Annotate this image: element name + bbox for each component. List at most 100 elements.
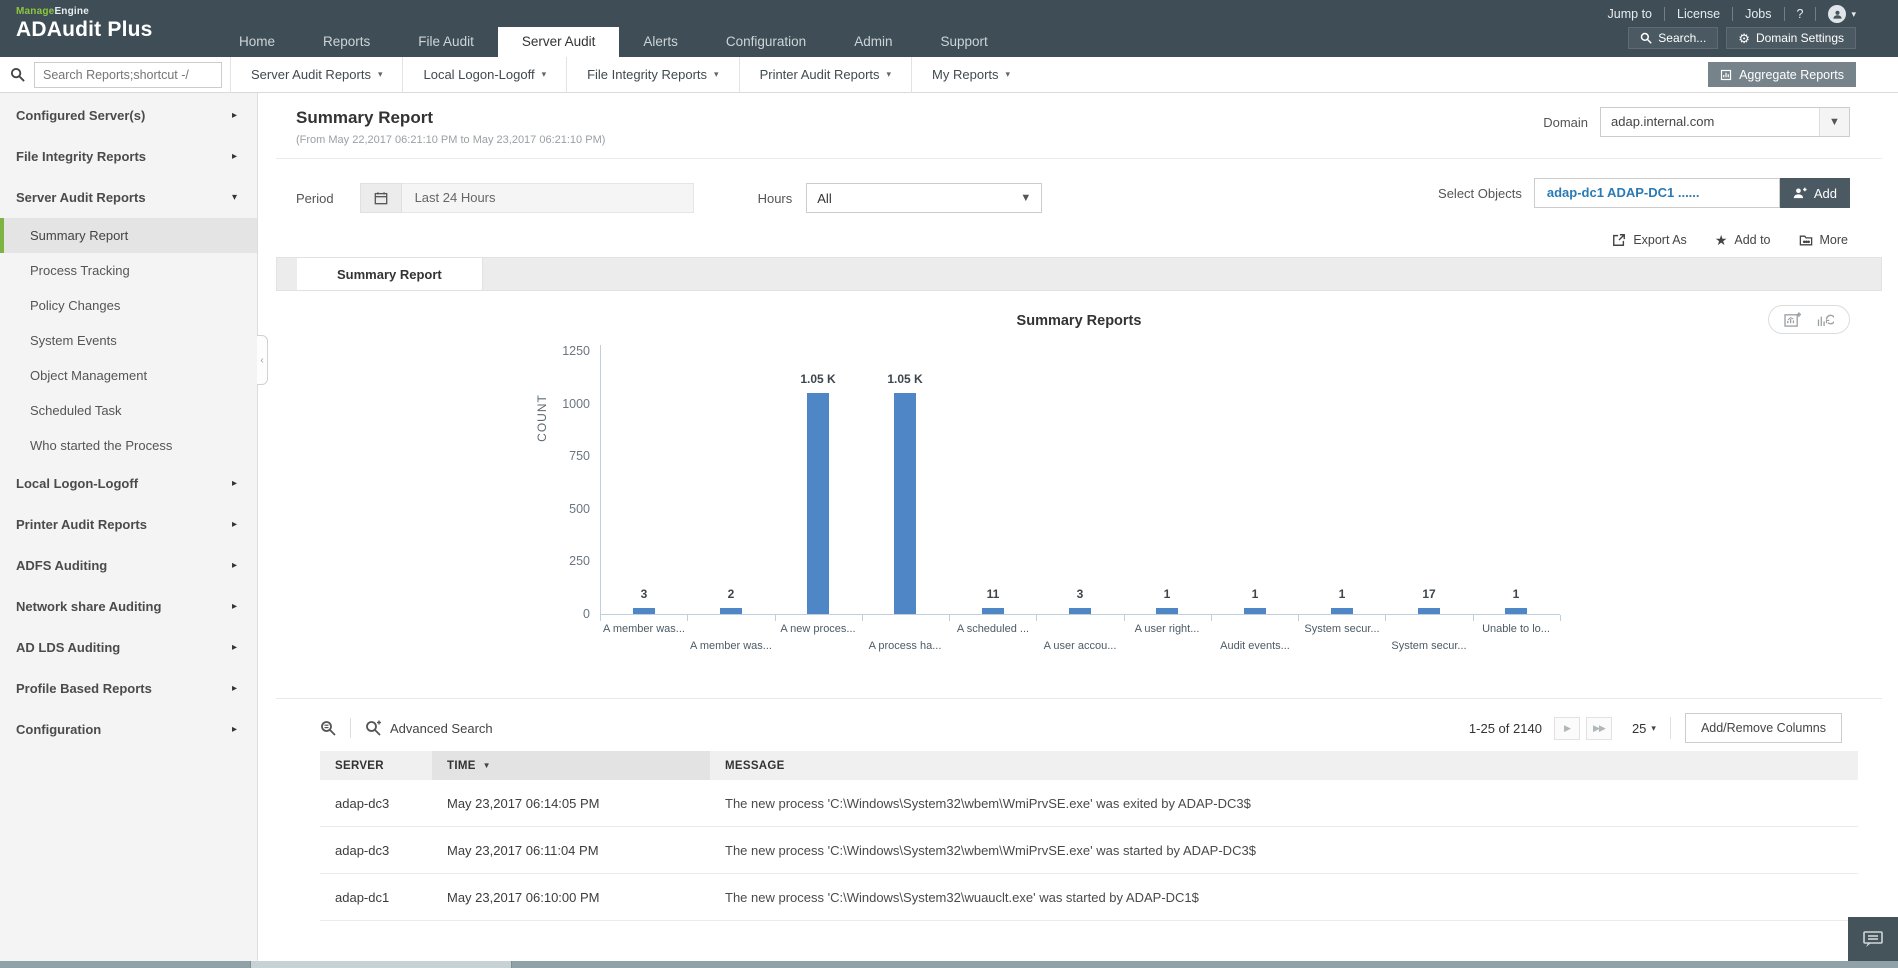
bar-2[interactable] (807, 393, 829, 614)
primary-nav-tab[interactable]: Reports (299, 27, 394, 57)
bar-7[interactable] (1244, 608, 1266, 614)
bar-value-label: 2 (686, 587, 776, 601)
add-to-button[interactable]: ★ Add to (1715, 233, 1771, 247)
sidebar-group[interactable]: Profile Based Reports▸ (0, 668, 257, 709)
bar-value-label: 1 (1122, 587, 1212, 601)
column-header-server[interactable]: SERVER (320, 751, 432, 780)
bar-5[interactable] (1069, 608, 1091, 614)
pagination: 1-25 of 2140 ▶ ▶▶ 25 ▾ Add/Remove Column… (1469, 713, 1842, 743)
table-search-bar: Advanced Search 1-25 of 2140 ▶ ▶▶ 25 ▾ A… (276, 705, 1882, 751)
select-objects: Select Objects adap-dc1 ADAP-DC1 ...... … (1438, 178, 1850, 208)
primary-nav-tab[interactable]: Home (215, 27, 299, 57)
bar-8[interactable] (1331, 608, 1353, 614)
sidebar-item[interactable]: System Events (0, 323, 257, 358)
more-button[interactable]: More (1799, 233, 1848, 247)
sidebar-group[interactable]: Local Logon-Logoff▸ (0, 463, 257, 504)
sidebar-group[interactable]: Printer Audit Reports▸ (0, 504, 257, 545)
header-quick-link[interactable]: License (1665, 7, 1733, 21)
add-remove-columns-button[interactable]: Add/Remove Columns (1685, 713, 1842, 743)
page-size-dropdown[interactable]: 25 ▾ (1632, 721, 1656, 736)
sidebar-item[interactable]: Object Management (0, 358, 257, 393)
advanced-search-label[interactable]: Advanced Search (390, 721, 493, 736)
bar-value-label: 1 (1471, 587, 1561, 601)
chevron-icon: ▸ (232, 601, 237, 612)
horizontal-scrollbar-thumb[interactable] (250, 961, 512, 968)
primary-nav-tab[interactable]: Server Audit (498, 27, 620, 57)
primary-nav-tab[interactable]: Alerts (619, 27, 702, 57)
table-row[interactable]: adap-dc3May 23,2017 06:14:05 PMThe new p… (320, 780, 1858, 827)
chevron-down-icon: ▼ (1020, 192, 1031, 204)
column-header-time[interactable]: TIME ▼ (432, 751, 710, 780)
period-picker[interactable]: Last 24 Hours (360, 183, 694, 213)
feedback-chat-button[interactable] (1848, 917, 1898, 961)
report-search-input[interactable] (34, 62, 222, 88)
export-as-button[interactable]: Export As (1612, 233, 1687, 247)
sidebar-item[interactable]: Policy Changes (0, 288, 257, 323)
chevron-icon: ▸ (232, 724, 237, 735)
aggregate-reports-button[interactable]: Aggregate Reports (1708, 62, 1856, 87)
search-icon (0, 67, 34, 82)
x-tick-mark (1298, 615, 1299, 621)
add-objects-button[interactable]: Add (1780, 178, 1850, 208)
sidebar-collapse-handle[interactable]: ‹ (257, 335, 268, 385)
bar-value-label: 3 (1035, 587, 1125, 601)
tab-summary-report[interactable]: Summary Report (297, 258, 483, 290)
table-body: adap-dc3May 23,2017 06:14:05 PMThe new p… (320, 780, 1858, 921)
x-category-label: A process ha... (840, 640, 970, 652)
horizontal-scrollbar[interactable] (0, 961, 1898, 968)
domain-settings-button[interactable]: ⚙ Domain Settings (1726, 27, 1856, 49)
report-menu-item[interactable]: Printer Audit Reports▾ (739, 57, 911, 93)
sidebar-item[interactable]: Process Tracking (0, 253, 257, 288)
bar-value-label: 1.05 K (773, 372, 863, 386)
report-menu-item[interactable]: Server Audit Reports▾ (230, 57, 402, 93)
hours-value: All (817, 191, 831, 206)
sidebar-group[interactable]: Network share Auditing▸ (0, 586, 257, 627)
report-menu-item[interactable]: My Reports▾ (911, 57, 1030, 93)
bar-10[interactable] (1505, 608, 1527, 614)
zoom-search-icon[interactable] (320, 720, 336, 736)
global-search-button[interactable]: Search... (1628, 27, 1718, 49)
report-menu-item[interactable]: File Integrity Reports▾ (566, 57, 738, 93)
sidebar-item[interactable]: Scheduled Task (0, 393, 257, 428)
user-menu[interactable]: ▾ (1816, 5, 1856, 23)
report-menu-item[interactable]: Local Logon-Logoff▾ (402, 57, 566, 93)
header-quick-link[interactable]: ? (1785, 7, 1817, 21)
sidebar-item[interactable]: Summary Report (0, 218, 257, 253)
header-quick-link[interactable]: Jump to (1596, 7, 1665, 21)
sidebar-group[interactable]: Server Audit Reports▾ (0, 177, 257, 218)
y-tick-label: 1250 (530, 344, 590, 358)
bar-0[interactable] (633, 608, 655, 614)
bar-9[interactable] (1418, 608, 1440, 614)
domain-dropdown[interactable]: adap.internal.com ▼ (1600, 107, 1850, 137)
bar-6[interactable] (1156, 608, 1178, 614)
table-row[interactable]: adap-dc3May 23,2017 06:11:04 PMThe new p… (320, 827, 1858, 874)
hours-dropdown[interactable]: All ▼ (806, 183, 1042, 213)
sidebar-group[interactable]: File Integrity Reports▸ (0, 136, 257, 177)
primary-nav-tab[interactable]: Support (916, 27, 1011, 57)
brand-logo: ManageEngine ADAudit Plus (16, 6, 153, 42)
bar-1[interactable] (720, 608, 742, 614)
sort-desc-icon: ▼ (483, 761, 491, 770)
sidebar-group[interactable]: ADFS Auditing▸ (0, 545, 257, 586)
column-header-message[interactable]: MESSAGE (710, 751, 1858, 780)
primary-nav-tab[interactable]: Admin (830, 27, 916, 57)
header-quick-link[interactable]: Jobs (1733, 7, 1784, 21)
advanced-search-icon[interactable] (365, 720, 381, 736)
bar-4[interactable] (982, 608, 1004, 614)
chevron-icon: ▸ (232, 151, 237, 162)
last-page-button[interactable]: ▶▶ (1586, 717, 1612, 740)
next-page-button[interactable]: ▶ (1554, 717, 1580, 740)
calendar-icon (360, 183, 402, 213)
primary-nav-tab[interactable]: Configuration (702, 27, 830, 57)
bar-3[interactable] (894, 393, 916, 614)
sidebar-item[interactable]: Who started the Process (0, 428, 257, 463)
y-axis-title: COUNT (535, 388, 549, 448)
sidebar-group[interactable]: Configured Server(s)▸ (0, 95, 257, 136)
select-objects-field[interactable]: adap-dc1 ADAP-DC1 ...... (1534, 178, 1780, 208)
table-row[interactable]: adap-dc1May 23,2017 06:10:00 PMThe new p… (320, 874, 1858, 921)
y-tick-label: 500 (530, 502, 590, 516)
sidebar-group[interactable]: Configuration▸ (0, 709, 257, 750)
chevron-icon: ▸ (232, 683, 237, 694)
sidebar-group[interactable]: AD LDS Auditing▸ (0, 627, 257, 668)
primary-nav-tab[interactable]: File Audit (394, 27, 498, 57)
